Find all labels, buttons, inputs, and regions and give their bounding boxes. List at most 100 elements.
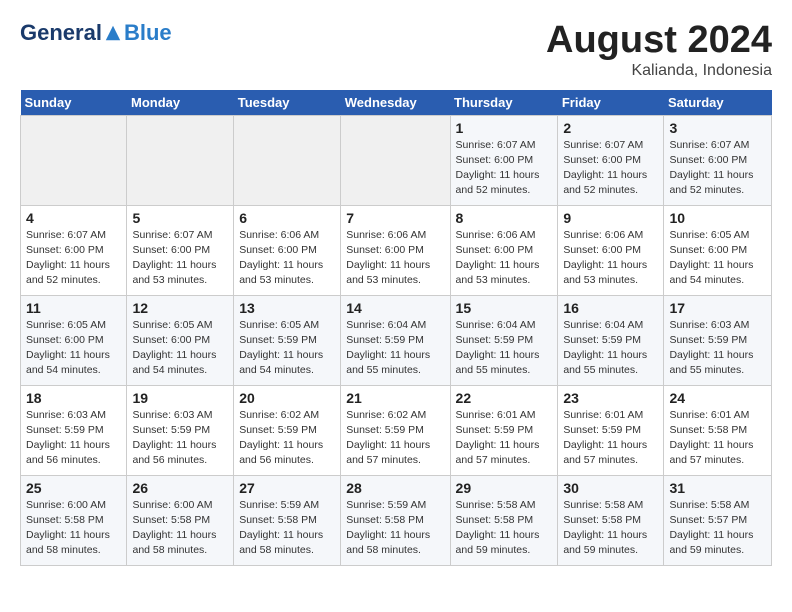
calendar-cell: 5 Sunrise: 6:07 AM Sunset: 6:00 PM Daylig… xyxy=(127,205,234,295)
day-number: 7 xyxy=(346,210,444,226)
calendar-cell xyxy=(21,115,127,205)
col-tuesday: Tuesday xyxy=(234,90,341,116)
calendar-cell: 19 Sunrise: 6:03 AM Sunset: 5:59 PM Dayli… xyxy=(127,385,234,475)
cell-info: Sunrise: 6:04 AM Sunset: 5:59 PM Dayligh… xyxy=(346,318,444,379)
calendar-cell: 8 Sunrise: 6:06 AM Sunset: 6:00 PM Daylig… xyxy=(450,205,558,295)
calendar-cell: 26 Sunrise: 6:00 AM Sunset: 5:58 PM Dayli… xyxy=(127,475,234,565)
cell-info: Sunrise: 5:58 AM Sunset: 5:58 PM Dayligh… xyxy=(563,498,658,559)
cell-info: Sunrise: 6:06 AM Sunset: 6:00 PM Dayligh… xyxy=(239,228,335,289)
calendar-cell: 27 Sunrise: 5:59 AM Sunset: 5:58 PM Dayli… xyxy=(234,475,341,565)
day-number: 26 xyxy=(132,480,228,496)
day-number: 8 xyxy=(456,210,553,226)
cell-info: Sunrise: 6:01 AM Sunset: 5:58 PM Dayligh… xyxy=(669,408,766,469)
day-number: 4 xyxy=(26,210,121,226)
calendar-cell: 2 Sunrise: 6:07 AM Sunset: 6:00 PM Daylig… xyxy=(558,115,664,205)
cell-info: Sunrise: 6:07 AM Sunset: 6:00 PM Dayligh… xyxy=(563,138,658,199)
day-number: 10 xyxy=(669,210,766,226)
day-number: 2 xyxy=(563,120,658,136)
cell-info: Sunrise: 6:05 AM Sunset: 5:59 PM Dayligh… xyxy=(239,318,335,379)
calendar-week-4: 18 Sunrise: 6:03 AM Sunset: 5:59 PM Dayli… xyxy=(21,385,772,475)
day-number: 13 xyxy=(239,300,335,316)
calendar-cell: 18 Sunrise: 6:03 AM Sunset: 5:59 PM Dayli… xyxy=(21,385,127,475)
calendar-week-5: 25 Sunrise: 6:00 AM Sunset: 5:58 PM Dayli… xyxy=(21,475,772,565)
month-year-title: August 2024 xyxy=(546,20,772,62)
calendar-cell: 9 Sunrise: 6:06 AM Sunset: 6:00 PM Daylig… xyxy=(558,205,664,295)
cell-info: Sunrise: 6:02 AM Sunset: 5:59 PM Dayligh… xyxy=(239,408,335,469)
calendar-cell: 15 Sunrise: 6:04 AM Sunset: 5:59 PM Dayli… xyxy=(450,295,558,385)
calendar-cell: 28 Sunrise: 5:59 AM Sunset: 5:58 PM Dayli… xyxy=(341,475,450,565)
day-number: 19 xyxy=(132,390,228,406)
cell-info: Sunrise: 6:00 AM Sunset: 5:58 PM Dayligh… xyxy=(132,498,228,559)
logo-blue: Blue xyxy=(124,20,172,46)
calendar-cell xyxy=(127,115,234,205)
calendar-cell: 29 Sunrise: 5:58 AM Sunset: 5:58 PM Dayli… xyxy=(450,475,558,565)
calendar-week-1: 1 Sunrise: 6:07 AM Sunset: 6:00 PM Daylig… xyxy=(21,115,772,205)
day-number: 29 xyxy=(456,480,553,496)
cell-info: Sunrise: 5:58 AM Sunset: 5:58 PM Dayligh… xyxy=(456,498,553,559)
cell-info: Sunrise: 6:04 AM Sunset: 5:59 PM Dayligh… xyxy=(456,318,553,379)
day-number: 9 xyxy=(563,210,658,226)
cell-info: Sunrise: 6:04 AM Sunset: 5:59 PM Dayligh… xyxy=(563,318,658,379)
calendar-table: Sunday Monday Tuesday Wednesday Thursday… xyxy=(20,90,772,566)
logo: General Blue xyxy=(20,20,172,46)
cell-info: Sunrise: 6:02 AM Sunset: 5:59 PM Dayligh… xyxy=(346,408,444,469)
calendar-cell: 7Sunrise: 6:06 AM Sunset: 6:00 PM Daylig… xyxy=(341,205,450,295)
calendar-cell: 13 Sunrise: 6:05 AM Sunset: 5:59 PM Dayli… xyxy=(234,295,341,385)
logo-icon xyxy=(104,24,122,42)
day-number: 27 xyxy=(239,480,335,496)
calendar-cell: 17Sunrise: 6:03 AM Sunset: 5:59 PM Dayli… xyxy=(664,295,772,385)
logo-general: General xyxy=(20,20,102,46)
day-number: 22 xyxy=(456,390,553,406)
day-number: 3 xyxy=(669,120,766,136)
calendar-cell: 6 Sunrise: 6:06 AM Sunset: 6:00 PM Daylig… xyxy=(234,205,341,295)
day-number: 28 xyxy=(346,480,444,496)
calendar-cell xyxy=(341,115,450,205)
calendar-cell: 1 Sunrise: 6:07 AM Sunset: 6:00 PM Daylig… xyxy=(450,115,558,205)
day-number: 15 xyxy=(456,300,553,316)
cell-info: Sunrise: 6:03 AM Sunset: 5:59 PM Dayligh… xyxy=(132,408,228,469)
calendar-cell: 31Sunrise: 5:58 AM Sunset: 5:57 PM Dayli… xyxy=(664,475,772,565)
col-friday: Friday xyxy=(558,90,664,116)
calendar-cell: 30Sunrise: 5:58 AM Sunset: 5:58 PM Dayli… xyxy=(558,475,664,565)
calendar-cell: 11Sunrise: 6:05 AM Sunset: 6:00 PM Dayli… xyxy=(21,295,127,385)
cell-info: Sunrise: 6:06 AM Sunset: 6:00 PM Dayligh… xyxy=(456,228,553,289)
title-block: August 2024 Kalianda, Indonesia xyxy=(546,20,772,80)
cell-info: Sunrise: 6:01 AM Sunset: 5:59 PM Dayligh… xyxy=(563,408,658,469)
day-number: 25 xyxy=(26,480,121,496)
day-number: 6 xyxy=(239,210,335,226)
calendar-week-3: 11Sunrise: 6:05 AM Sunset: 6:00 PM Dayli… xyxy=(21,295,772,385)
day-number: 16 xyxy=(563,300,658,316)
day-number: 14 xyxy=(346,300,444,316)
calendar-cell: 12Sunrise: 6:05 AM Sunset: 6:00 PM Dayli… xyxy=(127,295,234,385)
day-number: 1 xyxy=(456,120,553,136)
calendar-cell: 25 Sunrise: 6:00 AM Sunset: 5:58 PM Dayli… xyxy=(21,475,127,565)
cell-info: Sunrise: 6:07 AM Sunset: 6:00 PM Dayligh… xyxy=(669,138,766,199)
col-sunday: Sunday xyxy=(21,90,127,116)
cell-info: Sunrise: 6:07 AM Sunset: 6:00 PM Dayligh… xyxy=(456,138,553,199)
cell-info: Sunrise: 6:01 AM Sunset: 5:59 PM Dayligh… xyxy=(456,408,553,469)
calendar-cell: 22 Sunrise: 6:01 AM Sunset: 5:59 PM Dayli… xyxy=(450,385,558,475)
calendar-cell: 14 Sunrise: 6:04 AM Sunset: 5:59 PM Dayli… xyxy=(341,295,450,385)
cell-info: Sunrise: 6:05 AM Sunset: 6:00 PM Dayligh… xyxy=(669,228,766,289)
cell-info: Sunrise: 6:05 AM Sunset: 6:00 PM Dayligh… xyxy=(26,318,121,379)
col-wednesday: Wednesday xyxy=(341,90,450,116)
calendar-cell: 16 Sunrise: 6:04 AM Sunset: 5:59 PM Dayli… xyxy=(558,295,664,385)
cell-info: Sunrise: 5:59 AM Sunset: 5:58 PM Dayligh… xyxy=(239,498,335,559)
calendar-cell: 20Sunrise: 6:02 AM Sunset: 5:59 PM Dayli… xyxy=(234,385,341,475)
cell-info: Sunrise: 6:03 AM Sunset: 5:59 PM Dayligh… xyxy=(26,408,121,469)
day-number: 5 xyxy=(132,210,228,226)
cell-info: Sunrise: 6:06 AM Sunset: 6:00 PM Dayligh… xyxy=(563,228,658,289)
calendar-cell xyxy=(234,115,341,205)
cell-info: Sunrise: 5:59 AM Sunset: 5:58 PM Dayligh… xyxy=(346,498,444,559)
calendar-cell: 21Sunrise: 6:02 AM Sunset: 5:59 PM Dayli… xyxy=(341,385,450,475)
calendar-week-2: 4 Sunrise: 6:07 AM Sunset: 6:00 PM Daylig… xyxy=(21,205,772,295)
day-number: 12 xyxy=(132,300,228,316)
calendar-body: 1 Sunrise: 6:07 AM Sunset: 6:00 PM Daylig… xyxy=(21,115,772,565)
cell-info: Sunrise: 6:00 AM Sunset: 5:58 PM Dayligh… xyxy=(26,498,121,559)
cell-info: Sunrise: 5:58 AM Sunset: 5:57 PM Dayligh… xyxy=(669,498,766,559)
day-number: 18 xyxy=(26,390,121,406)
col-saturday: Saturday xyxy=(664,90,772,116)
calendar-cell: 23Sunrise: 6:01 AM Sunset: 5:59 PM Dayli… xyxy=(558,385,664,475)
col-monday: Monday xyxy=(127,90,234,116)
cell-info: Sunrise: 6:07 AM Sunset: 6:00 PM Dayligh… xyxy=(132,228,228,289)
